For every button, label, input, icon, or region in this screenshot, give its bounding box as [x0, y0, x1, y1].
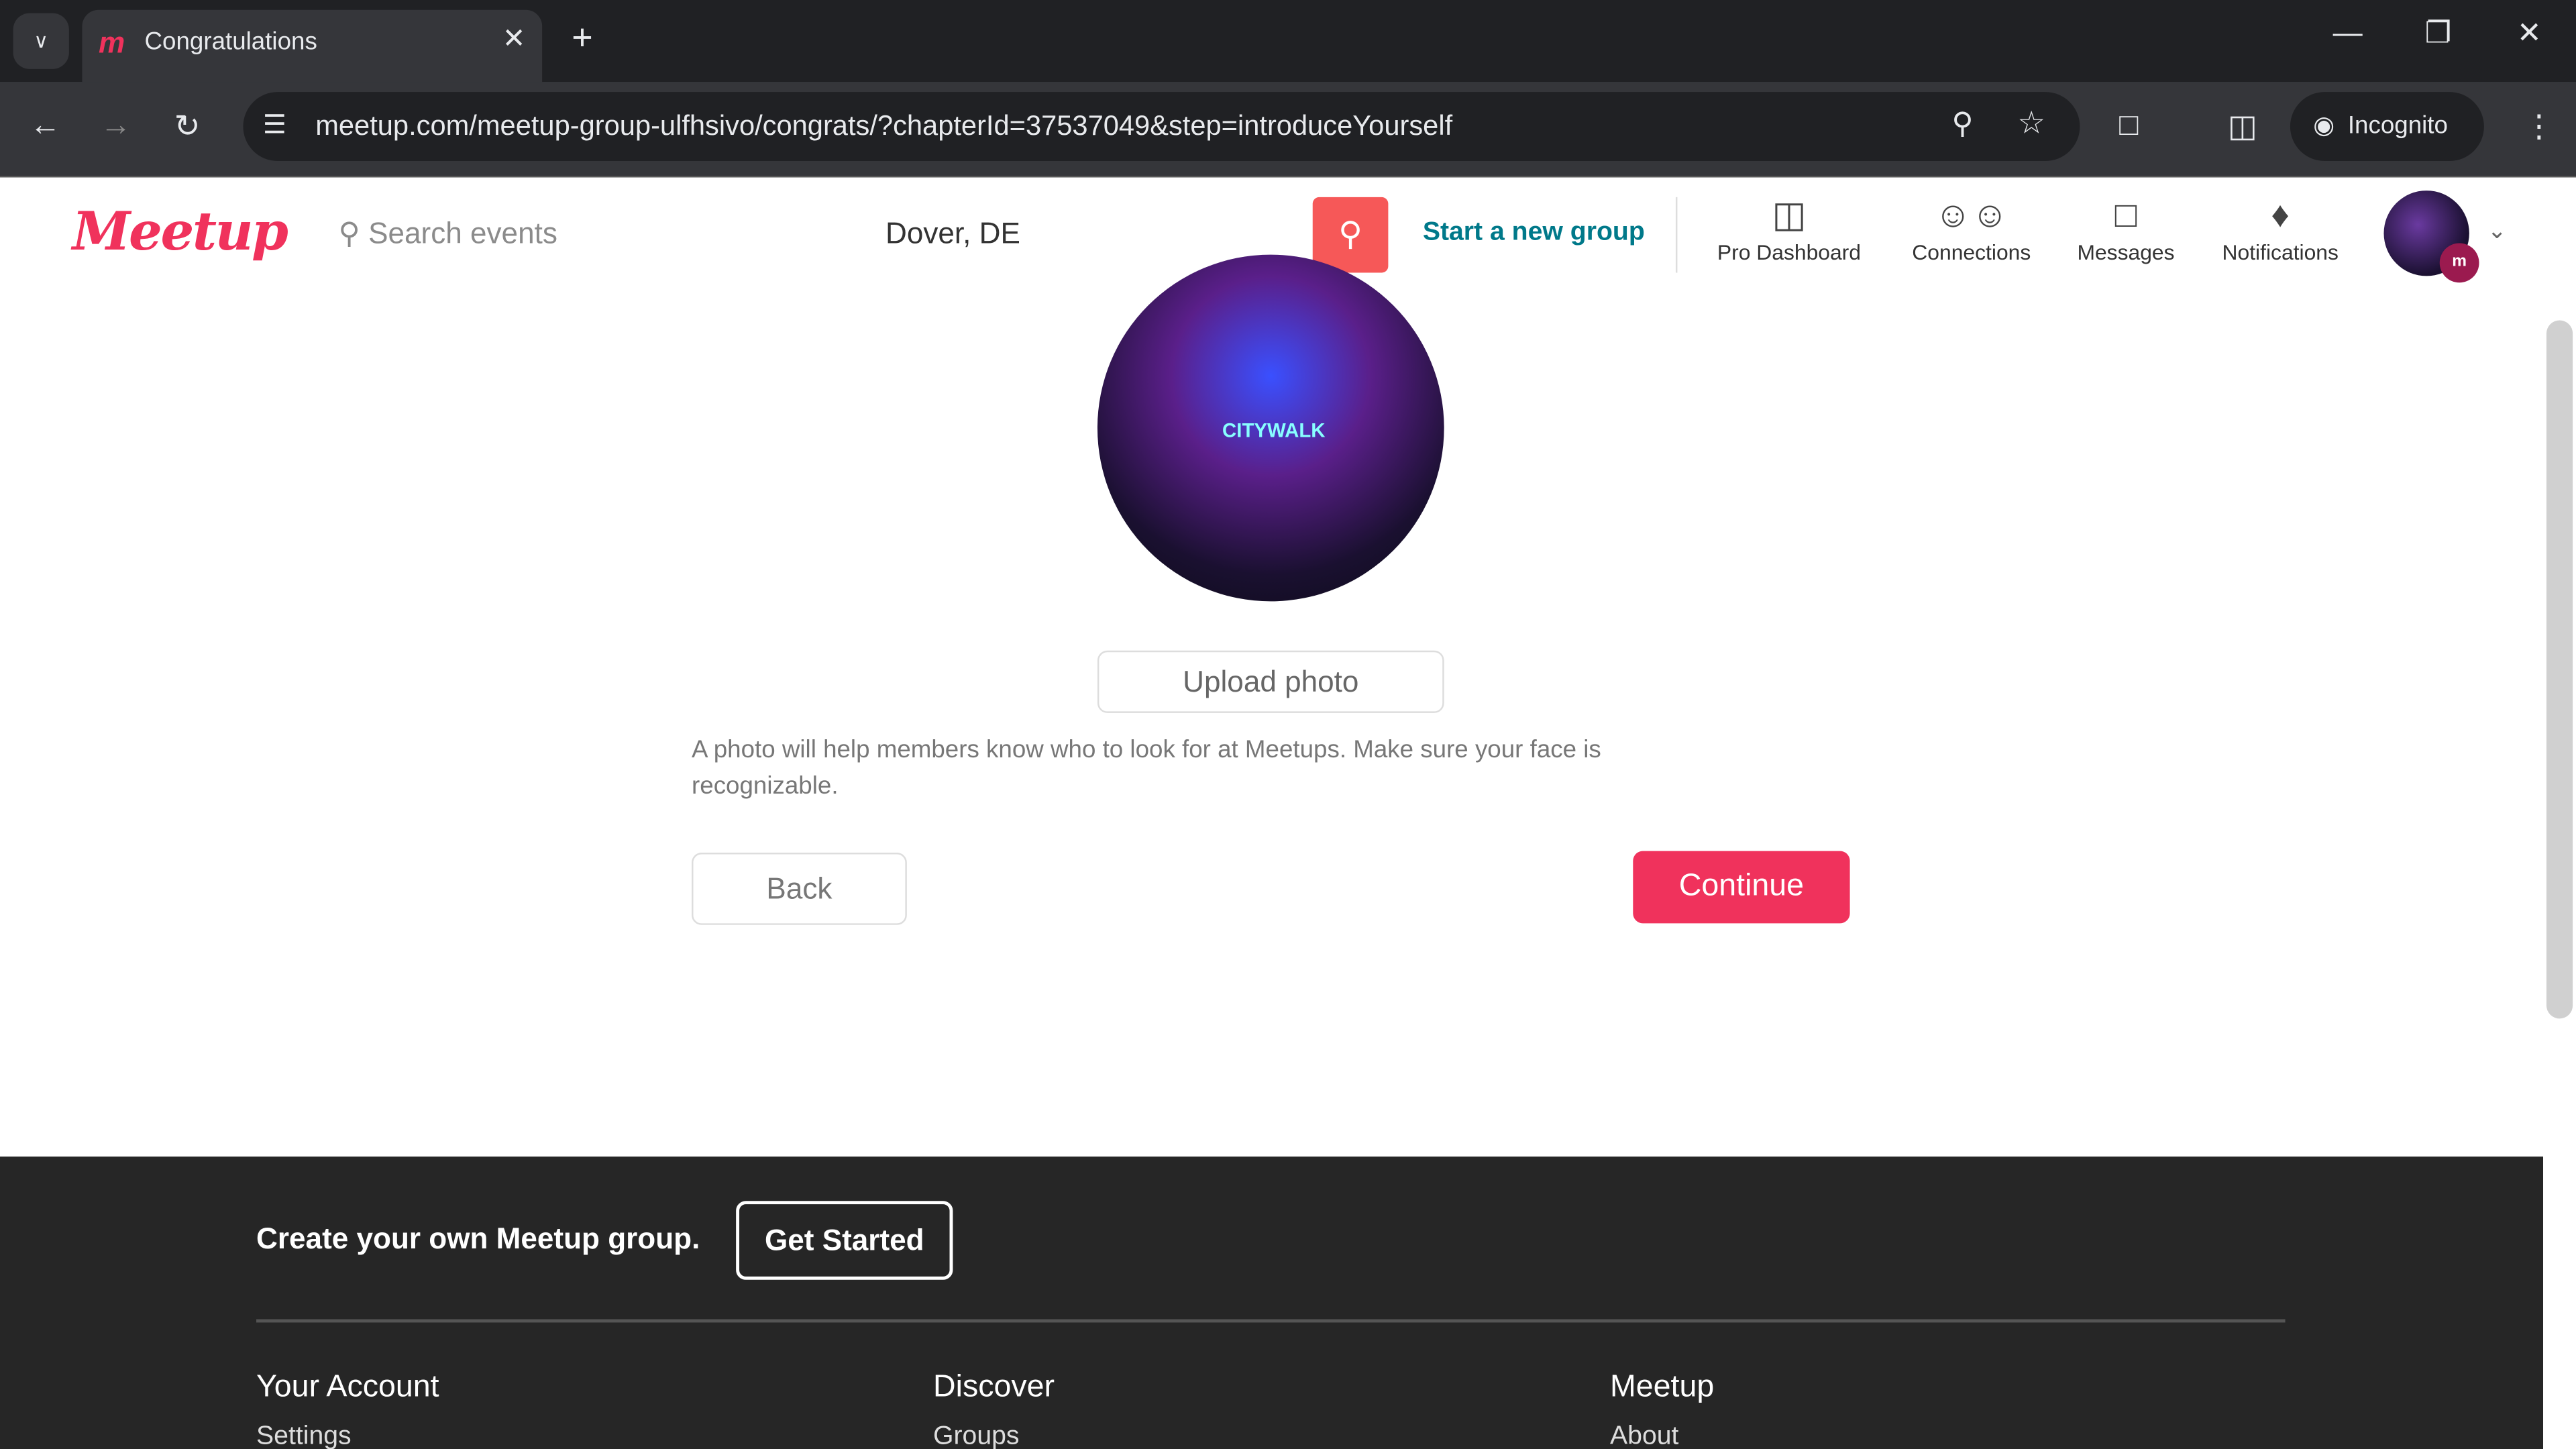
extensions-icon[interactable]: □	[2119, 109, 2138, 145]
footer-heading: Your Account	[256, 1370, 439, 1405]
browser-toolbar: ← → ↻ ☰ meetup.com/meetup-group-ulfhsivo…	[0, 82, 2576, 178]
incognito-icon: ◉	[2313, 111, 2335, 140]
tab-search-button[interactable]: ∨	[13, 13, 69, 69]
footer: Create your own Meetup group. Get Starte…	[0, 1157, 2544, 1449]
browser-tab[interactable]: m Congratulations ✕	[82, 9, 543, 83]
tab-bar: ∨ m Congratulations ✕ + — ❐ ✕	[0, 0, 2576, 83]
forward-nav-icon[interactable]: →	[100, 109, 131, 145]
zoom-icon[interactable]: ⚲	[1951, 107, 1973, 141]
meetup-favicon-icon: m	[98, 26, 125, 60]
site-settings-icon[interactable]: ☰	[263, 109, 286, 142]
url-text[interactable]: meetup.com/meetup-group-ulfhsivo/congrat…	[315, 110, 1452, 143]
upload-photo-button[interactable]: Upload photo	[1097, 650, 1444, 713]
incognito-indicator[interactable]: ◉ Incognito	[2290, 92, 2484, 162]
address-bar[interactable]: ☰ meetup.com/meetup-group-ulfhsivo/congr…	[243, 92, 2080, 162]
reload-icon[interactable]: ↻	[174, 109, 201, 146]
get-started-button[interactable]: Get Started	[736, 1201, 953, 1280]
back-button[interactable]: Back	[692, 853, 907, 925]
back-nav-icon[interactable]: ←	[30, 109, 61, 145]
footer-link-settings[interactable]: Settings	[256, 1423, 352, 1449]
minimize-button[interactable]: —	[2333, 16, 2363, 50]
new-tab-button[interactable]: +	[572, 16, 592, 59]
footer-heading: Discover	[933, 1370, 1055, 1405]
bookmark-star-icon[interactable]: ☆	[2017, 105, 2045, 143]
footer-cta: Create your own Meetup group.	[256, 1222, 700, 1256]
photo-help-text: A photo will help members know who to lo…	[692, 736, 1601, 800]
footer-link-groups[interactable]: Groups	[933, 1423, 1019, 1449]
footer-link-about[interactable]: About	[1610, 1423, 1678, 1449]
incognito-label: Incognito	[2347, 111, 2448, 140]
close-window-button[interactable]: ✕	[2517, 16, 2542, 50]
profile-photo: CITYWALK	[1097, 254, 1444, 602]
scrollbar-thumb[interactable]	[2546, 320, 2573, 1019]
restore-button[interactable]: ❐	[2425, 16, 2452, 50]
footer-heading: Meetup	[1610, 1370, 1715, 1405]
tab-title: Congratulations	[144, 28, 317, 56]
side-panel-icon[interactable]: ◫	[2228, 109, 2257, 146]
footer-divider	[256, 1319, 2286, 1323]
header-overlay	[0, 177, 2543, 292]
photo-sign: CITYWALK	[1222, 419, 1326, 442]
menu-icon[interactable]: ⋮	[2524, 109, 2555, 146]
continue-button[interactable]: Continue	[1633, 851, 1850, 924]
close-tab-icon[interactable]: ✕	[502, 23, 526, 56]
